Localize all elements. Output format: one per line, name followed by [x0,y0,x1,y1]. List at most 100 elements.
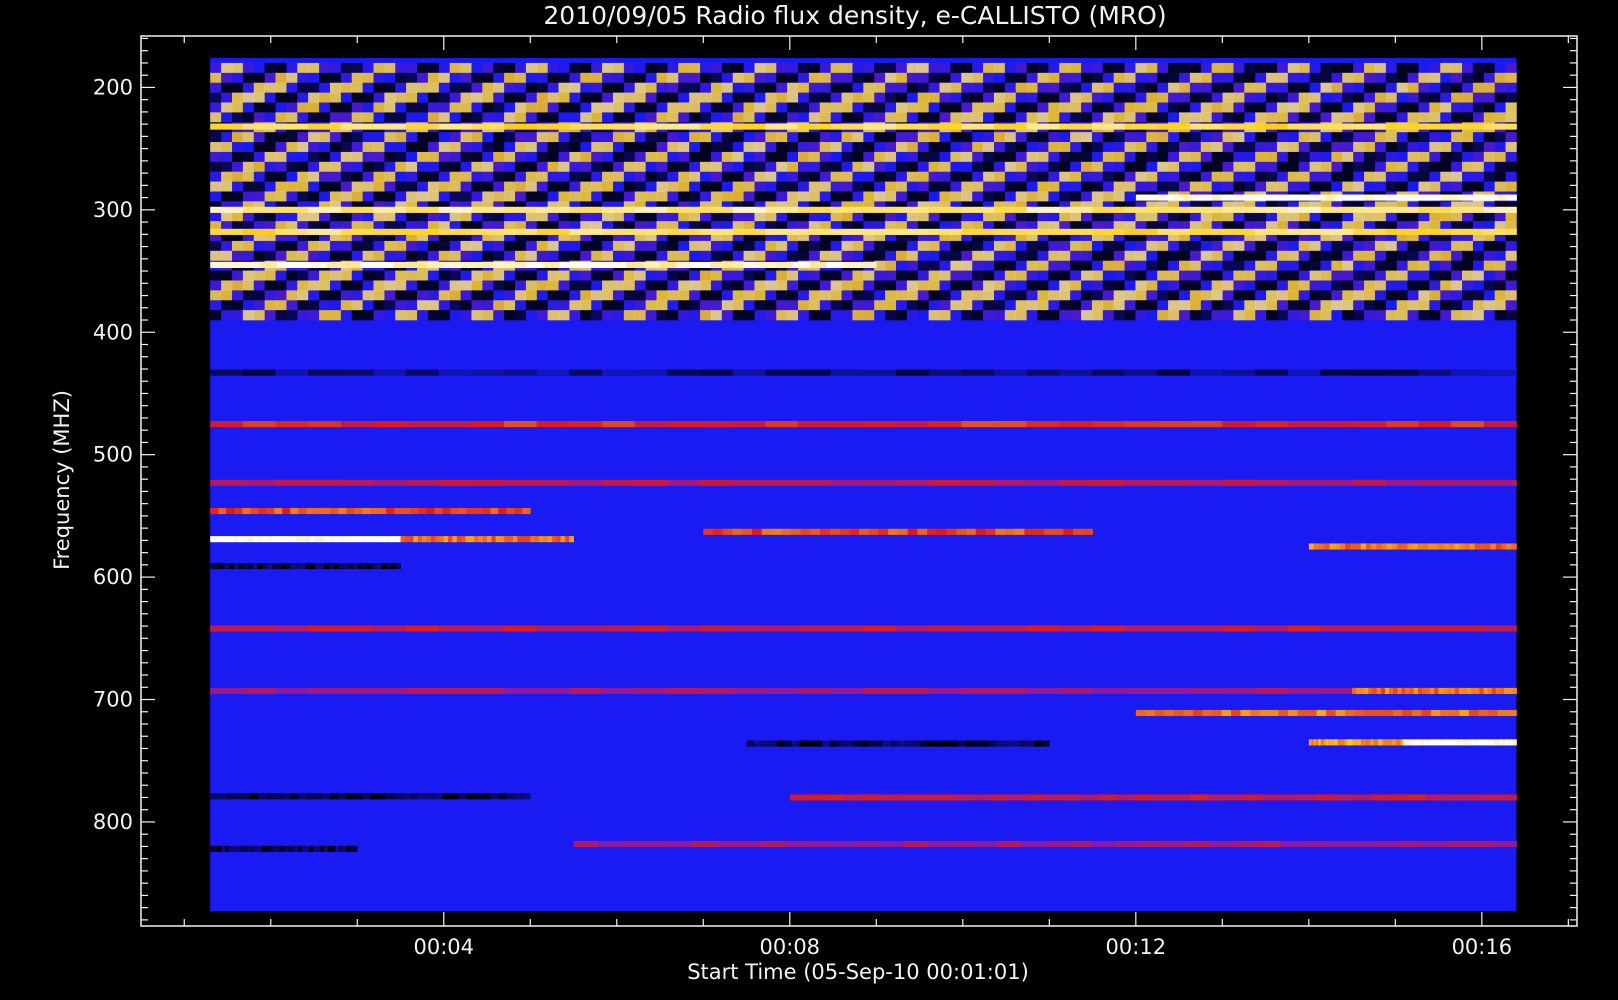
heatmap-cell [787,300,799,311]
heatmap-band [765,369,799,376]
heatmap-band [1124,479,1158,486]
heatmap-cell [1037,112,1049,123]
heatmap-cell [1179,112,1191,123]
heatmap-band [442,507,451,515]
heatmap-cell [765,290,777,301]
heatmap-cell [210,250,222,261]
heatmap-band [1502,739,1506,746]
heatmap-cell [351,102,363,113]
heatmap-cell [297,142,309,153]
heatmap-band [1124,123,1158,130]
heatmap-cell [514,161,527,172]
heatmap-cell [972,82,984,93]
heatmap-cell [950,240,962,252]
heatmap-cell [210,151,222,163]
heatmap-cell [286,151,298,163]
heatmap-cell [917,112,929,123]
heatmap-band [1434,687,1439,695]
heatmap-cell [1124,142,1136,153]
heatmap-band [275,479,309,486]
heatmap-band [1428,543,1434,550]
heatmap-cell [514,82,527,93]
heatmap-cell [482,161,494,172]
heatmap-band [1157,625,1191,632]
heatmap-cell [1233,300,1245,311]
heatmap-cell [710,72,723,84]
heatmap-band [1398,840,1423,848]
heatmap-band [417,536,423,543]
heatmap-band [1326,709,1337,717]
heatmap-cell [1255,161,1267,172]
heatmap-cell [667,270,679,281]
heatmap-cell [917,260,929,271]
heatmap-cell [427,280,440,291]
heatmap-cell [1396,62,1408,74]
heatmap-cell [1331,181,1343,192]
heatmap-cell [221,290,233,301]
heatmap-cell [602,92,614,103]
heatmap-cell [765,161,777,172]
heatmap-band [1319,543,1325,550]
heatmap-cell [1070,82,1082,93]
heatmap-cell [1276,62,1289,74]
heatmap-cell [1102,250,1114,261]
heatmap-band [1505,739,1509,746]
heatmap-cell [504,72,516,84]
heatmap-band [305,536,311,543]
heatmap-band [634,369,668,376]
heatmap-cell [885,112,897,123]
heatmap-cell [471,132,483,143]
heatmap-band [210,507,219,515]
heatmap-cell [253,240,265,252]
heatmap-band [1250,709,1260,717]
heatmap-cell [427,171,440,182]
heatmap-cell [406,290,418,301]
heatmap-cell [1451,310,1463,321]
heatmap-cell [678,142,690,153]
heatmap-band [1483,479,1517,486]
heatmap-cell [961,132,973,143]
heatmap-band [262,563,268,570]
heatmap-cell [939,191,951,202]
heatmap-band [1482,739,1486,746]
heatmap-cell [362,72,374,84]
heatmap-band [890,740,899,747]
heatmap-band [1430,194,1441,201]
heatmap-cell [798,102,810,113]
heatmap-cell [417,290,429,301]
heatmap-band [1442,687,1447,695]
heatmap-band [771,528,782,535]
heatmap-cell [700,112,712,123]
heatmap-cell [721,92,734,103]
heatmap-band [430,536,436,543]
heatmap-cell [602,62,614,74]
heatmap-band [868,528,879,535]
heatmap-cell [841,310,853,321]
heatmap-band [362,793,371,800]
heatmap-cell [1146,102,1158,113]
heatmap-cell [1244,280,1256,291]
heatmap-cell [384,290,396,301]
heatmap-band [785,840,810,848]
heatmap-cell [525,112,538,123]
heatmap-cell [656,132,668,143]
heatmap-band [330,793,339,800]
heatmap-band [1315,739,1319,746]
heatmap-cell [591,62,603,74]
heatmap-cell [1168,102,1180,113]
heatmap-cell [1320,300,1332,311]
heatmap-cell [928,72,940,84]
heatmap-band [709,261,727,268]
heatmap-cell [710,161,723,172]
heatmap-band [210,228,244,235]
heatmap-band [1468,739,1472,746]
heatmap-cell [830,191,842,202]
heatmap-cell [885,310,897,321]
heatmap-cell [1342,72,1354,84]
heatmap-cell [1353,280,1365,291]
heatmap-cell [808,72,821,84]
heatmap-cell [286,310,298,321]
heatmap-cell [1255,171,1267,182]
heatmap-cell [591,72,603,84]
heatmap-cell [558,280,570,291]
